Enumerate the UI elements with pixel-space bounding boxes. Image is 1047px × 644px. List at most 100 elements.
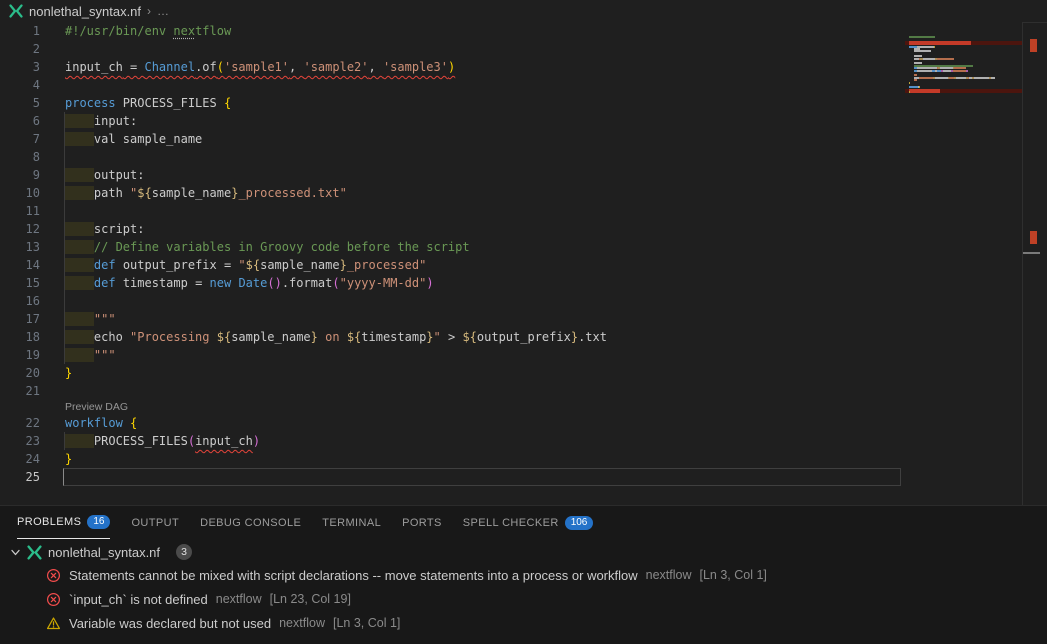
- code-line[interactable]: 18 echo "Processing ${sample_name} on ${…: [0, 328, 1047, 346]
- breadcrumb-separator: ›: [147, 4, 151, 18]
- chevron-down-icon[interactable]: [10, 547, 21, 558]
- code-editor[interactable]: 1 #!/usr/bin/env nextflow 23input_ch = Cha…: [0, 22, 1047, 505]
- line-number[interactable]: 24: [0, 450, 40, 468]
- line-number[interactable]: 22: [0, 414, 40, 432]
- code-rows: 1 #!/usr/bin/env nextflow 23input_ch = Cha…: [0, 22, 1047, 486]
- code-line[interactable]: 13 // Define variables in Groovy code be…: [0, 238, 1047, 256]
- code-line[interactable]: 10 path "${sample_name}_processed.txt": [0, 184, 1047, 202]
- code-line[interactable]: 19 """: [0, 346, 1047, 364]
- code-line-text: """: [65, 310, 116, 328]
- problem-source: nextflow: [279, 616, 325, 630]
- code-line-text: def timestamp = new Date().format("yyyy-…: [65, 274, 434, 292]
- problem-message: `input_ch` is not defined: [69, 592, 208, 607]
- code-line[interactable]: 1 #!/usr/bin/env nextflow: [0, 22, 1047, 40]
- problem-row[interactable]: Statements cannot be mixed with script d…: [0, 563, 1047, 587]
- line-number[interactable]: 23: [0, 432, 40, 450]
- line-number[interactable]: 19: [0, 346, 40, 364]
- problems-file-group[interactable]: nonlethal_syntax.nf 3: [0, 541, 1047, 563]
- line-number[interactable]: 9: [0, 166, 40, 184]
- panel-tabs: PROBLEMS16 OUTPUT DEBUG CONSOLE TERMINAL POR…: [0, 506, 1047, 539]
- bottom-panel: PROBLEMS16 OUTPUT DEBUG CONSOLE TERMINAL POR…: [0, 505, 1047, 644]
- breadcrumb: nonlethal_syntax.nf › …: [0, 0, 1047, 22]
- code-line[interactable]: 5process PROCESS_FILES {: [0, 94, 1047, 112]
- problem-source: nextflow: [216, 592, 262, 606]
- codelens-row[interactable]: Preview DAG: [0, 400, 1047, 414]
- breadcrumb-more[interactable]: …: [157, 4, 169, 18]
- minimap[interactable]: [905, 22, 1022, 522]
- line-number[interactable]: 8: [0, 148, 40, 166]
- code-line-text: echo "Processing ${sample_name} on ${tim…: [65, 328, 607, 346]
- code-line-text: script:: [65, 220, 144, 238]
- line-number[interactable]: 17: [0, 310, 40, 328]
- line-number[interactable]: 2: [0, 40, 40, 58]
- line-number[interactable]: 7: [0, 130, 40, 148]
- code-line[interactable]: 14 def output_prefix = "${sample_name}_p…: [0, 256, 1047, 274]
- line-number[interactable]: 25: [0, 468, 40, 486]
- code-line[interactable]: 21: [0, 382, 1047, 400]
- breadcrumb-filename[interactable]: nonlethal_syntax.nf: [29, 4, 141, 19]
- line-number[interactable]: 16: [0, 292, 40, 310]
- code-line[interactable]: 22 workflow {: [0, 414, 1047, 432]
- code-line[interactable]: 6 input:: [0, 112, 1047, 130]
- tab-badge: 16: [87, 515, 110, 529]
- line-number[interactable]: 11: [0, 202, 40, 220]
- ruler-cursor-marker[interactable]: [1023, 252, 1040, 254]
- panel-tab-problems[interactable]: PROBLEMS16: [17, 506, 110, 539]
- ruler-error-marker[interactable]: [1030, 39, 1037, 52]
- ruler-error-marker[interactable]: [1030, 231, 1037, 244]
- code-line[interactable]: 4: [0, 76, 1047, 94]
- code-line[interactable]: 7 val sample_name: [0, 130, 1047, 148]
- problem-message: Variable was declared but not used: [69, 616, 271, 631]
- code-line[interactable]: 20}: [0, 364, 1047, 382]
- nextflow-icon: [9, 4, 23, 18]
- line-number[interactable]: 5: [0, 94, 40, 112]
- panel-tab-debug-console[interactable]: DEBUG CONSOLE: [200, 506, 301, 539]
- code-line[interactable]: 11: [0, 202, 1047, 220]
- line-number[interactable]: 13: [0, 238, 40, 256]
- error-icon: [46, 568, 61, 583]
- line-number[interactable]: 1: [0, 22, 40, 40]
- code-line-text: #!/usr/bin/env nextflow: [65, 22, 231, 40]
- problems-count-badge: 3: [176, 544, 192, 560]
- line-number[interactable]: 4: [0, 76, 40, 94]
- problem-location: [Ln 3, Col 1]: [333, 616, 400, 630]
- code-line[interactable]: 12 script:: [0, 220, 1047, 238]
- overview-ruler[interactable]: [1022, 22, 1047, 505]
- line-number[interactable]: 6: [0, 112, 40, 130]
- line-number[interactable]: 12: [0, 220, 40, 238]
- problem-row[interactable]: `input_ch` is not definednextflow[Ln 23,…: [0, 587, 1047, 611]
- line-number[interactable]: 3: [0, 58, 40, 76]
- code-line[interactable]: 2: [0, 40, 1047, 58]
- code-line[interactable]: 9 output:: [0, 166, 1047, 184]
- line-number[interactable]: 15: [0, 274, 40, 292]
- line-number[interactable]: 20: [0, 364, 40, 382]
- code-line-text: val sample_name: [65, 130, 202, 148]
- error-icon: [46, 592, 61, 607]
- problem-row[interactable]: Variable was declared but not used nextfl…: [0, 611, 1047, 635]
- code-line[interactable]: 8: [0, 148, 1047, 166]
- code-line[interactable]: 24}: [0, 450, 1047, 468]
- code-line[interactable]: 23 PROCESS_FILES(input_ch): [0, 432, 1047, 450]
- panel-tab-output[interactable]: OUTPUT: [131, 506, 179, 539]
- line-number[interactable]: 10: [0, 184, 40, 202]
- code-line[interactable]: 25: [0, 468, 1047, 486]
- code-line[interactable]: 17 """: [0, 310, 1047, 328]
- code-line-text: output:: [65, 166, 144, 184]
- code-line[interactable]: 15 def timestamp = new Date().format("yy…: [0, 274, 1047, 292]
- code-line[interactable]: 16: [0, 292, 1047, 310]
- problem-location: [Ln 3, Col 1]: [700, 568, 767, 582]
- code-line-text: def output_prefix = "${sample_name}_proc…: [65, 256, 426, 274]
- codelens-preview-dag[interactable]: Preview DAG: [65, 400, 128, 414]
- panel-tab-ports[interactable]: PORTS: [402, 506, 442, 539]
- panel-tab-spell-checker[interactable]: SPELL CHECKER106: [463, 506, 594, 539]
- line-number[interactable]: 14: [0, 256, 40, 274]
- code-line-text: }: [65, 364, 72, 382]
- code-line-text: input:: [65, 112, 137, 130]
- panel-tab-terminal[interactable]: TERMINAL: [322, 506, 381, 539]
- line-number[interactable]: 21: [0, 382, 40, 400]
- code-line[interactable]: 3input_ch = Channel.of('sample1', 'sampl…: [0, 58, 1047, 76]
- problem-source: nextflow: [646, 568, 692, 582]
- warning-icon: [46, 616, 61, 631]
- code-line-text: workflow {: [65, 414, 137, 432]
- line-number[interactable]: 18: [0, 328, 40, 346]
